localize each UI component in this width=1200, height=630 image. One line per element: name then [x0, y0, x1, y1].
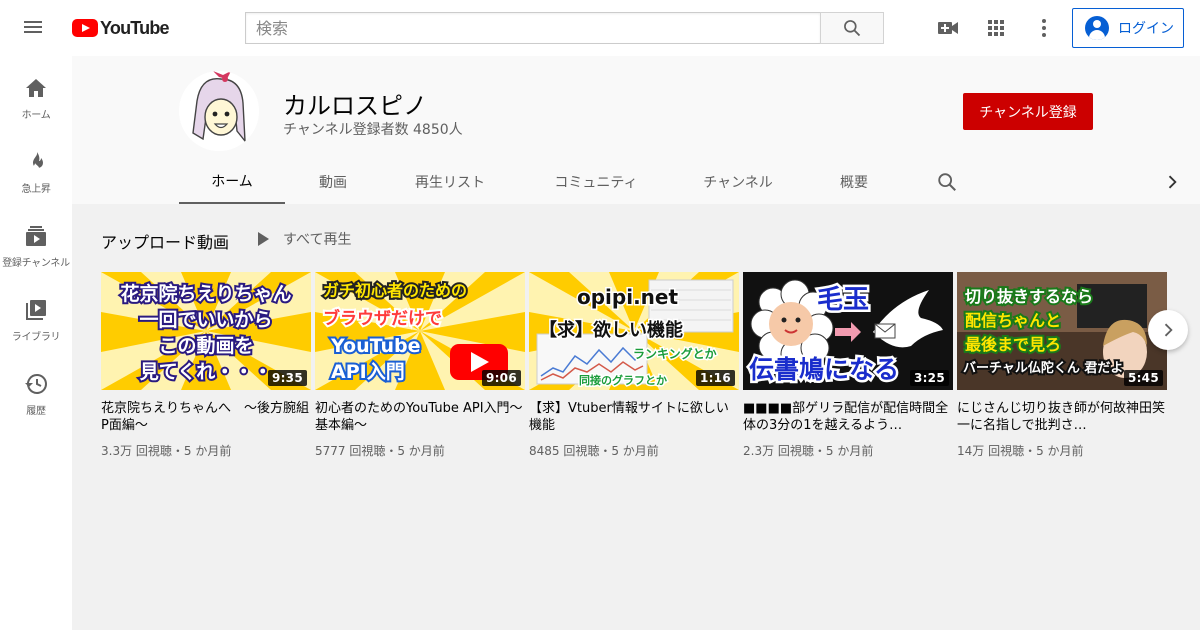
sidebar-item-label: 急上昇	[21, 184, 51, 195]
menu-icon[interactable]	[24, 18, 48, 38]
video-thumbnail[interactable]: opipi.net 【求】欲しい機能 ランキングとか 同接のグラフとか 1:16	[529, 272, 739, 390]
sidebar-item-subscriptions[interactable]: 登録チャンネル	[0, 204, 72, 278]
video-title[interactable]: ■■■■部ゲリラ配信が配信時間全体の3分の1を越えるよう…	[743, 400, 953, 434]
tab-playlists[interactable]: 再生リスト	[392, 159, 508, 204]
sidebar-item-label: ホーム	[21, 110, 51, 121]
chevron-right-icon	[1164, 323, 1173, 337]
login-label: ログイン	[1118, 21, 1174, 37]
play-all-label: すべて再生	[283, 232, 352, 248]
sidebar-item-label: 登録チャンネル	[2, 258, 70, 269]
video-card[interactable]: ガチ初心者のための ブラウザだけで YouTube API入門 9:06 初心者…	[315, 272, 525, 459]
video-meta: 2.3万 回視聴・5 か月前	[743, 444, 874, 458]
thumb-text: API入門	[331, 361, 405, 383]
sidebar-item-trending[interactable]: 急上昇	[0, 130, 72, 204]
thumb-text: YouTube	[330, 335, 420, 357]
thumb-text: ガチ初心者のための	[323, 281, 467, 300]
tab-home[interactable]: ホーム	[179, 159, 285, 204]
video-thumbnail[interactable]: ガチ初心者のための ブラウザだけで YouTube API入門 9:06	[315, 272, 525, 390]
video-duration: 5:45	[1123, 370, 1163, 386]
channel-search-icon[interactable]	[932, 159, 962, 204]
thumb-text: 【求】欲しい機能	[539, 319, 683, 341]
search-icon	[844, 20, 861, 37]
search-button[interactable]	[820, 12, 884, 44]
video-card[interactable]: 毛玉 伝書鳩になる 3:25 ■■■■部ゲリラ配信が配信時間全体の3分の1を越え…	[743, 272, 953, 459]
thumb-text: この動画を	[158, 335, 253, 357]
video-meta: 3.3万 回視聴・5 か月前	[101, 444, 232, 458]
search-input[interactable]	[245, 12, 820, 44]
login-button[interactable]: ログイン	[1072, 8, 1184, 48]
channel-content: アップロード動画 すべて再生 花京院ちえりちゃん 一回でいいから この動画を 見…	[72, 204, 1200, 630]
play-icon	[258, 232, 269, 246]
masthead: YouTube ログイン	[0, 0, 1200, 56]
channel-name: カルロスピノ	[283, 92, 427, 120]
thumb-text: 最後まで見ろ	[965, 335, 1061, 354]
video-title[interactable]: 花京院ちえりちゃんへ ～後方腕組P面編～	[101, 400, 311, 434]
shelf-title: アップロード動画	[101, 233, 230, 252]
thumb-text: 配信ちゃんと	[965, 311, 1061, 330]
shelf-next-button[interactable]	[1148, 310, 1188, 350]
sidebar-item-label: 履歴	[26, 406, 46, 417]
subscriptions-icon	[26, 226, 46, 246]
tabs-chevron-right-icon[interactable]	[1160, 159, 1184, 204]
thumb-text: ブラウザだけで	[323, 308, 442, 329]
youtube-logo[interactable]: YouTube	[72, 17, 170, 39]
sidebar-item-home[interactable]: ホーム	[0, 56, 72, 130]
video-duration: 9:35	[267, 370, 307, 386]
channel-avatar[interactable]	[179, 71, 259, 151]
video-title[interactable]: にじさんじ切り抜き師が何故神田笑一に名指しで批判さ…	[957, 400, 1167, 434]
video-title[interactable]: 【求】Vtuber情報サイトに欲しい機能	[529, 400, 739, 434]
video-meta: 14万 回視聴・5 か月前	[957, 444, 1084, 458]
thumb-text: 伝書鳩になる	[749, 355, 899, 384]
thumb-text: 花京院ちえりちゃん	[120, 282, 291, 305]
video-duration: 3:25	[909, 370, 949, 386]
play-all-button[interactable]: すべて再生	[258, 229, 351, 249]
account-icon	[1085, 16, 1109, 40]
side-nav: ホーム 急上昇 登録チャンネル ライブラリ 履歴	[0, 56, 72, 630]
video-thumbnail[interactable]: 切り抜きするなら 配信ちゃんと 最後まで見ろ バーチャル仏陀くん 君だよ 5:4…	[957, 272, 1167, 390]
thumb-text: 同接のグラフとか	[579, 373, 667, 387]
channel-header: カルロスピノ チャンネル登録者数 4850人 チャンネル登録 ホーム 動画 再生…	[72, 56, 1200, 204]
flame-icon	[33, 152, 43, 171]
tab-about[interactable]: 概要	[818, 159, 890, 204]
video-duration: 1:16	[695, 370, 735, 386]
subscriber-count: チャンネル登録者数 4850人	[283, 122, 463, 138]
apps-grid-icon[interactable]	[984, 16, 1008, 40]
home-icon	[26, 79, 46, 97]
thumb-text: 切り抜きするなら	[965, 287, 1093, 306]
logo-text: YouTube	[100, 17, 170, 38]
thumb-text: 見てくれ・・・	[140, 361, 272, 383]
video-card[interactable]: 花京院ちえりちゃん 一回でいいから この動画を 見てくれ・・・ 9:35 花京院…	[101, 272, 311, 459]
thumb-text: バーチャル仏陀くん 君だよ	[963, 360, 1123, 376]
more-vert-icon[interactable]	[1032, 16, 1056, 40]
tab-videos[interactable]: 動画	[293, 159, 373, 204]
subscribe-button[interactable]: チャンネル登録	[963, 93, 1093, 130]
video-card[interactable]: opipi.net 【求】欲しい機能 ランキングとか 同接のグラフとか 1:16…	[529, 272, 739, 459]
sidebar-item-history[interactable]: 履歴	[0, 352, 72, 426]
video-thumbnail[interactable]: 毛玉 伝書鳩になる 3:25	[743, 272, 953, 390]
thumb-text: 一回でいいから	[139, 309, 272, 331]
sidebar-item-library[interactable]: ライブラリ	[0, 278, 72, 352]
channel-tabs: ホーム 動画 再生リスト コミュニティ チャンネル 概要	[72, 159, 1200, 204]
video-duration: 9:06	[481, 370, 521, 386]
thumb-text: ランキングとか	[633, 346, 717, 361]
youtube-play-icon	[72, 19, 98, 37]
thumb-text: 毛玉	[817, 285, 869, 315]
search-box	[245, 12, 884, 44]
video-thumbnail[interactable]: 花京院ちえりちゃん 一回でいいから この動画を 見てくれ・・・ 9:35	[101, 272, 311, 390]
thumb-text: opipi.net	[577, 285, 678, 309]
video-meta: 5777 回視聴・5 か月前	[315, 444, 445, 458]
tab-community[interactable]: コミュニティ	[534, 159, 658, 204]
tab-channels[interactable]: チャンネル	[684, 159, 792, 204]
history-icon	[25, 373, 47, 394]
sidebar-item-label: ライブラリ	[11, 332, 61, 343]
library-icon	[26, 300, 46, 320]
video-title[interactable]: 初心者のためのYouTube API入門～基本編～	[315, 400, 525, 434]
video-card[interactable]: 切り抜きするなら 配信ちゃんと 最後まで見ろ バーチャル仏陀くん 君だよ 5:4…	[957, 272, 1167, 459]
video-meta: 8485 回視聴・5 か月前	[529, 444, 659, 458]
video-camera-icon[interactable]	[936, 16, 960, 40]
